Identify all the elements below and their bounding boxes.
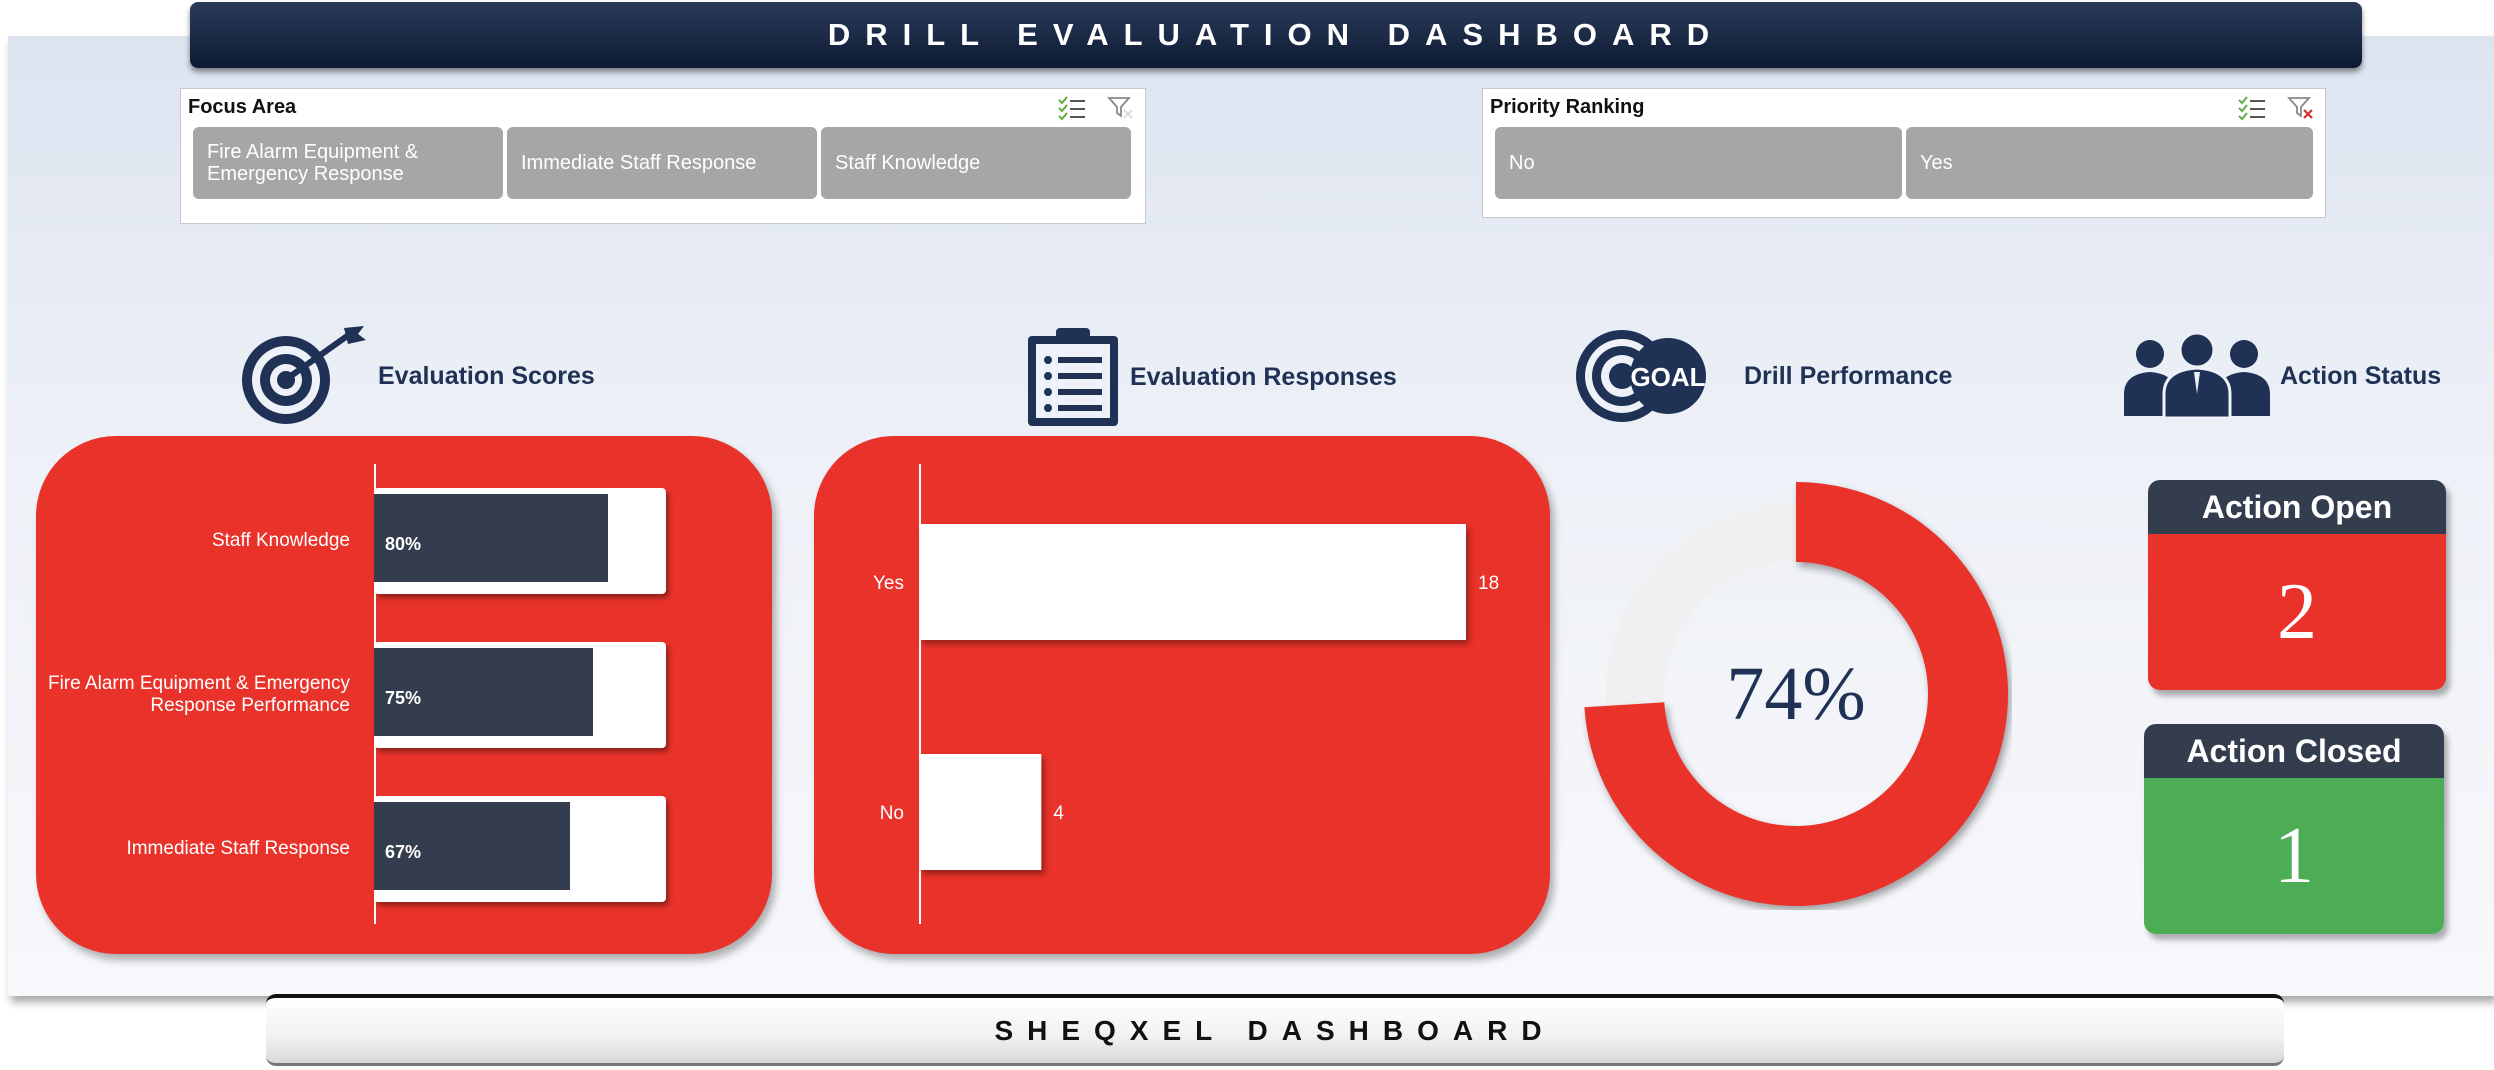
focus-area-option-staff-knowledge[interactable]: Staff Knowledge xyxy=(821,127,1131,199)
score-bar-track: 67% xyxy=(374,796,666,902)
svg-text:GOAL: GOAL xyxy=(1630,362,1705,392)
drill-performance-chart: 74% xyxy=(1580,478,2012,910)
score-category-label: Fire Alarm Equipment & Emergency Respons… xyxy=(47,673,350,716)
score-bar[interactable]: 80% xyxy=(374,494,608,582)
focus-area-option-immediate-staff[interactable]: Immediate Staff Response xyxy=(507,127,817,199)
priority-option-yes[interactable]: Yes xyxy=(1906,127,2313,199)
focus-area-title: Focus Area xyxy=(188,96,297,118)
priority-ranking-title: Priority Ranking xyxy=(1490,96,1645,118)
evaluation-responses-heading: Evaluation Responses xyxy=(1026,326,1397,428)
score-value-label: 80% xyxy=(385,534,422,554)
score-value-label: 75% xyxy=(385,688,422,708)
response-bar[interactable] xyxy=(920,524,1466,640)
score-bar[interactable]: 75% xyxy=(374,648,593,736)
multi-select-icon[interactable] xyxy=(1057,95,1087,121)
action-closed-value: 1 xyxy=(2144,778,2444,934)
clipboard-list-icon xyxy=(1028,328,1118,426)
evaluation-scores-heading: Evaluation Scores xyxy=(240,326,595,426)
performance-percent: 74% xyxy=(1726,651,1866,736)
response-value-label: 4 xyxy=(1053,803,1064,824)
action-status-label: Action Status xyxy=(2280,361,2442,390)
goal-target-icon: GOAL xyxy=(1576,330,1706,422)
evaluation-scores-label: Evaluation Scores xyxy=(378,361,595,390)
score-bar-track: 75% xyxy=(374,642,666,748)
drill-performance-heading: GOAL Drill Performance xyxy=(1574,326,1952,426)
response-bar[interactable] xyxy=(920,754,1042,870)
action-status-heading: Action Status xyxy=(2124,334,2441,418)
action-open-card: Action Open 2 xyxy=(2148,480,2446,690)
score-bar[interactable]: 67% xyxy=(374,802,570,890)
response-category-label: No xyxy=(880,803,904,824)
score-category-label: Immediate Staff Response xyxy=(126,838,350,859)
dashboard-title: DRILL EVALUATION DASHBOARD xyxy=(827,17,1725,52)
clear-filter-icon[interactable] xyxy=(2287,95,2315,121)
clear-filter-icon[interactable] xyxy=(1107,95,1135,121)
responses-bars: Yes 18 No 4 xyxy=(873,464,1499,924)
evaluation-scores-chart: Staff Knowledge 80% Fire Alarm Equipment &… xyxy=(36,436,772,954)
priority-ranking-slicer: Priority Ranking No Yes xyxy=(1482,88,2326,218)
response-category-label: Yes xyxy=(873,573,904,594)
response-value-label: 18 xyxy=(1478,573,1499,594)
action-closed-card: Action Closed 1 xyxy=(2144,724,2444,934)
score-value-label: 67% xyxy=(385,842,422,862)
team-people-icon xyxy=(2124,334,2270,418)
multi-select-icon[interactable] xyxy=(2237,95,2267,121)
score-bar-track: 80% xyxy=(374,488,666,594)
focus-area-slicer: Focus Area Fire Alarm Equipment & Emerge… xyxy=(180,88,1146,224)
focus-area-option-fire-alarm[interactable]: Fire Alarm Equipment & Emergency Respons… xyxy=(193,127,503,199)
footer-title: SHEQXEL DASHBOARD xyxy=(994,1014,1556,1046)
priority-option-no[interactable]: No xyxy=(1495,127,1902,199)
title-banner: DRILL EVALUATION DASHBOARD xyxy=(190,2,2362,68)
target-arrow-icon xyxy=(242,326,366,424)
footer-banner: SHEQXEL DASHBOARD xyxy=(266,994,2284,1066)
action-open-value: 2 xyxy=(2148,534,2446,690)
score-category-label: Staff Knowledge xyxy=(211,530,350,551)
evaluation-responses-chart: Yes 18 No 4 xyxy=(814,436,1550,954)
drill-performance-label: Drill Performance xyxy=(1744,361,1953,390)
evaluation-responses-label: Evaluation Responses xyxy=(1130,362,1397,391)
action-closed-label: Action Closed xyxy=(2144,724,2444,778)
dashboard: DRILL EVALUATION DASHBOARD Focus Area Fi… xyxy=(0,0,2494,1070)
action-open-label: Action Open xyxy=(2148,480,2446,534)
